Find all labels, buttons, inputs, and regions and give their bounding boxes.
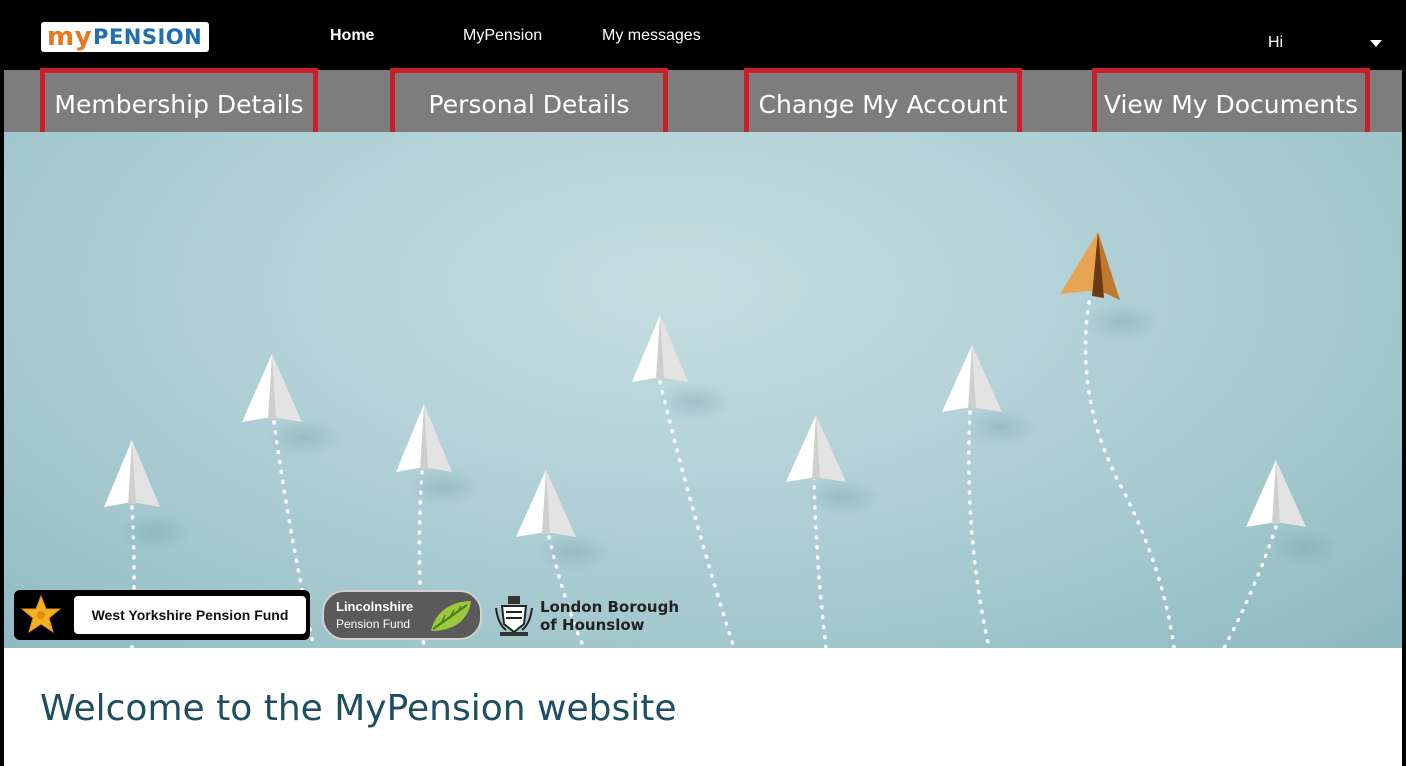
west-yorkshire-star-icon <box>20 594 62 634</box>
membership-details-link[interactable]: Membership Details <box>40 68 318 140</box>
view-my-documents-link[interactable]: View My Documents <box>1092 68 1370 140</box>
plane-5 <box>632 315 688 382</box>
nav-mypension-link[interactable]: MyPension <box>463 27 542 45</box>
lincolnshire-pension-fund-logo: Lincolnshire Pension Fund <box>322 590 482 640</box>
personal-details-link[interactable]: Personal Details <box>390 68 668 140</box>
top-navigation-bar: my PENSION Home MyPension My messages Hi <box>4 0 1402 70</box>
plane-7 <box>942 345 1002 412</box>
leaf-icon <box>431 601 471 631</box>
plane-4 <box>516 470 576 537</box>
hounslow-line2: of Hounslow <box>540 616 645 634</box>
plane-8 <box>1246 460 1306 527</box>
mypension-logo[interactable]: my PENSION <box>41 22 209 52</box>
nav-home-link[interactable]: Home <box>330 27 374 45</box>
lincolnshire-line2: Pension Fund <box>336 617 411 631</box>
change-my-account-link[interactable]: Change My Account <box>744 68 1022 140</box>
user-menu-caret-icon[interactable] <box>1370 40 1382 47</box>
plane-6 <box>786 415 846 482</box>
user-greeting[interactable]: Hi <box>1268 34 1283 52</box>
plane-3 <box>396 404 452 472</box>
plane-shadows <box>116 302 1340 572</box>
plane-1 <box>104 440 160 507</box>
hounslow-line1: London Borough <box>540 598 680 616</box>
paper-planes-illustration <box>104 232 1340 648</box>
london-borough-of-hounslow-logo: London Borough of Hounslow <box>494 592 714 642</box>
hounslow-crest-icon <box>495 596 533 636</box>
frame-border-right <box>1402 0 1406 766</box>
west-yorkshire-label: West Yorkshire Pension Fund <box>74 596 306 634</box>
orange-paper-plane <box>1060 232 1120 300</box>
plane-2 <box>242 354 302 422</box>
logo-my-text: my <box>47 22 93 52</box>
west-yorkshire-pension-fund-logo: West Yorkshire Pension Fund <box>14 590 310 640</box>
lincolnshire-line1: Lincolnshire <box>336 599 414 614</box>
welcome-heading: Welcome to the MyPension website <box>40 688 677 729</box>
nav-my-messages-link[interactable]: My messages <box>602 27 701 45</box>
logo-pension-text: PENSION <box>93 24 203 49</box>
hero-banner <box>4 132 1402 648</box>
